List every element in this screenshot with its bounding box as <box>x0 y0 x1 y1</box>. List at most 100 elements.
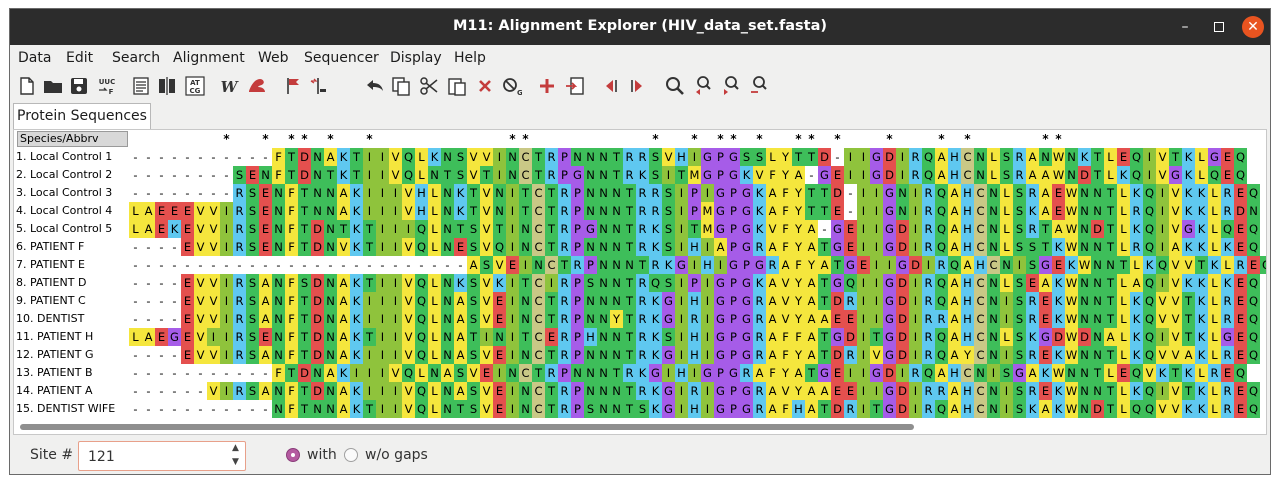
residue-cell[interactable]: P <box>714 148 727 166</box>
residue-cell[interactable]: I <box>402 220 415 238</box>
residue-cell[interactable]: R <box>1013 148 1026 166</box>
residue-cell[interactable]: L <box>1117 328 1130 346</box>
residue-cell[interactable]: R <box>1221 400 1234 418</box>
residue-cell[interactable]: D <box>831 292 844 310</box>
residue-cell[interactable]: A <box>454 310 467 328</box>
residue-cell[interactable]: T <box>610 148 623 166</box>
residue-cell[interactable]: T <box>818 202 831 220</box>
residue-cell[interactable]: - <box>142 292 155 310</box>
residue-cell[interactable]: A <box>818 256 831 274</box>
residue-cell[interactable]: V <box>402 382 415 400</box>
residue-cell[interactable]: D <box>896 220 909 238</box>
residue-cell[interactable]: D <box>311 238 324 256</box>
residue-cell[interactable]: R <box>558 328 571 346</box>
residue-cell[interactable]: F <box>779 202 792 220</box>
residue-cell[interactable]: V <box>402 346 415 364</box>
residue-cell[interactable]: V <box>1156 166 1169 184</box>
residue-cell[interactable]: K <box>753 274 766 292</box>
residue-cell[interactable]: A <box>1039 166 1052 184</box>
residue-cell[interactable]: I <box>870 310 883 328</box>
residue-cell[interactable]: K <box>350 310 363 328</box>
residue-cell[interactable]: Q <box>935 184 948 202</box>
residue-cell[interactable]: I <box>350 364 363 382</box>
residue-cell[interactable]: N <box>441 220 454 238</box>
residue-cell[interactable]: I <box>363 364 376 382</box>
residue-cell[interactable]: K <box>1182 274 1195 292</box>
residue-cell[interactable]: L <box>1117 346 1130 364</box>
residue-cell[interactable]: T <box>467 328 480 346</box>
residue-cell[interactable]: - <box>168 148 181 166</box>
residue-cell[interactable]: A <box>337 202 350 220</box>
residue-cell[interactable]: H <box>688 400 701 418</box>
residue-cell[interactable]: A <box>792 364 805 382</box>
residue-cell[interactable]: - <box>194 364 207 382</box>
residue-cell[interactable]: D <box>883 148 896 166</box>
residue-cell[interactable]: S <box>467 292 480 310</box>
residue-cell[interactable]: G <box>883 238 896 256</box>
residue-cell[interactable]: D <box>896 400 909 418</box>
tab-protein-sequences[interactable]: Protein Sequences <box>13 103 151 129</box>
residue-cell[interactable]: I <box>1156 382 1169 400</box>
residue-cell[interactable]: R <box>649 256 662 274</box>
residue-cell[interactable]: H <box>701 256 714 274</box>
residue-cell[interactable]: I <box>857 328 870 346</box>
residue-cell[interactable]: R <box>753 310 766 328</box>
residue-cell[interactable]: E <box>155 328 168 346</box>
residue-cell[interactable]: N <box>610 220 623 238</box>
residue-cell[interactable]: T <box>1195 256 1208 274</box>
residue-cell[interactable]: T <box>467 202 480 220</box>
residue-cell[interactable]: Q <box>935 274 948 292</box>
residue-cell[interactable]: I <box>844 364 857 382</box>
menu-sequencer[interactable]: Sequencer <box>304 50 379 66</box>
find-motif-button[interactable] <box>748 75 770 97</box>
at-cg-button[interactable]: AT CG <box>184 75 206 97</box>
residue-cell[interactable]: T <box>623 328 636 346</box>
residue-cell[interactable]: A <box>441 364 454 382</box>
residue-cell[interactable]: S <box>740 148 753 166</box>
residue-cell[interactable]: L <box>1195 166 1208 184</box>
residue-cell[interactable]: V <box>779 310 792 328</box>
residue-cell[interactable]: I <box>701 310 714 328</box>
residue-cell[interactable]: V <box>753 166 766 184</box>
residue-cell[interactable]: Q <box>1130 166 1143 184</box>
residue-cell[interactable]: - <box>428 256 441 274</box>
residue-cell[interactable]: - <box>259 256 272 274</box>
residue-cell[interactable]: T <box>285 364 298 382</box>
residue-cell[interactable]: I <box>675 292 688 310</box>
residue-cell[interactable]: R <box>909 166 922 184</box>
residue-cell[interactable]: R <box>922 238 935 256</box>
residue-cell[interactable]: P <box>714 364 727 382</box>
residue-cell[interactable]: I <box>675 238 688 256</box>
residue-cell[interactable]: T <box>1104 202 1117 220</box>
residue-cell[interactable]: - <box>155 382 168 400</box>
residue-cell[interactable]: I <box>688 364 701 382</box>
menu-edit[interactable]: Edit <box>66 50 93 66</box>
residue-cell[interactable]: A <box>766 400 779 418</box>
menu-help[interactable]: Help <box>454 50 486 66</box>
residue-cell[interactable]: I <box>376 364 389 382</box>
residue-cell[interactable]: V <box>389 166 402 184</box>
residue-cell[interactable]: F <box>285 292 298 310</box>
residue-cell[interactable]: I <box>506 292 519 310</box>
new-file-button[interactable] <box>16 75 38 97</box>
residue-cell[interactable]: Q <box>1221 220 1234 238</box>
residue-cell[interactable]: - <box>129 274 142 292</box>
residue-cell[interactable]: - <box>194 382 207 400</box>
residue-cell[interactable]: K <box>1195 382 1208 400</box>
residue-cell[interactable]: G <box>883 292 896 310</box>
residue-cell[interactable]: A <box>766 202 779 220</box>
residue-cell[interactable]: Q <box>1143 220 1156 238</box>
residue-cell[interactable]: I <box>220 346 233 364</box>
residue-cell[interactable]: A <box>948 346 961 364</box>
menu-web[interactable]: Web <box>258 50 289 66</box>
residue-cell[interactable]: V <box>480 310 493 328</box>
residue-cell[interactable]: - <box>246 400 259 418</box>
residue-cell[interactable]: G <box>714 382 727 400</box>
residue-cell[interactable]: - <box>168 292 181 310</box>
residue-cell[interactable]: I <box>376 346 389 364</box>
residue-cell[interactable]: R <box>1026 310 1039 328</box>
residue-cell[interactable]: T <box>623 202 636 220</box>
residue-cell[interactable]: E <box>1234 400 1247 418</box>
residue-cell[interactable]: - <box>233 400 246 418</box>
residue-cell[interactable]: A <box>142 202 155 220</box>
